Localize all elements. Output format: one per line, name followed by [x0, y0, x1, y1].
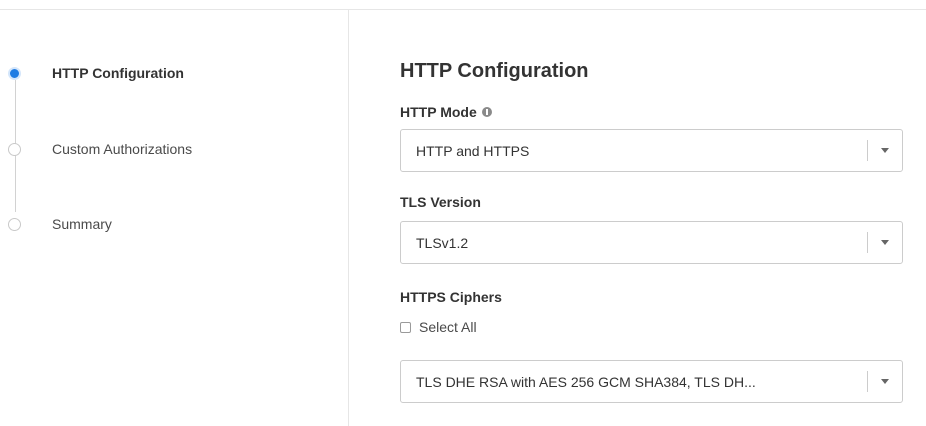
step-label: HTTP Configuration: [52, 65, 184, 81]
step-custom-authorizations[interactable]: Custom Authorizations: [8, 141, 192, 157]
http-mode-label: HTTP Mode: [400, 104, 492, 120]
select-all-checkbox[interactable]: [400, 321, 411, 333]
step-dot-icon: [8, 142, 21, 156]
steps-sidebar: HTTP Configuration Custom Authorizations…: [0, 0, 348, 426]
tls-version-select[interactable]: TLSv1.2: [400, 221, 903, 264]
select-all-label[interactable]: Select All: [419, 319, 477, 335]
http-mode-select[interactable]: HTTP and HTTPS: [400, 129, 903, 172]
sidebar-divider: [348, 10, 349, 426]
https-ciphers-value: TLS DHE RSA with AES 256 GCM SHA384, TLS…: [416, 373, 756, 390]
step-dot-icon: [8, 217, 21, 231]
step-summary[interactable]: Summary: [8, 216, 112, 232]
step-label: Custom Authorizations: [52, 141, 193, 157]
step-label: Summary: [52, 216, 112, 232]
http-mode-value: HTTP and HTTPS: [416, 142, 530, 159]
step-http-configuration[interactable]: HTTP Configuration: [8, 65, 184, 81]
chevron-down-icon[interactable]: [868, 130, 902, 171]
https-ciphers-select[interactable]: TLS DHE RSA with AES 256 GCM SHA384, TLS…: [400, 360, 903, 403]
chevron-down-icon[interactable]: [868, 361, 902, 402]
page: HTTP Configuration Custom Authorizations…: [0, 0, 926, 426]
select-all-row[interactable]: Select All: [400, 319, 477, 335]
https-ciphers-label: HTTPS Ciphers: [400, 289, 502, 305]
chevron-down-icon[interactable]: [868, 222, 902, 263]
info-icon[interactable]: [481, 107, 492, 117]
page-title: HTTP Configuration: [400, 60, 589, 82]
http-mode-label-text: HTTP Mode: [400, 104, 477, 120]
step-active-dot-icon: [8, 66, 21, 80]
tls-version-label: TLS Version: [400, 194, 481, 210]
tls-version-value: TLSv1.2: [416, 234, 469, 251]
